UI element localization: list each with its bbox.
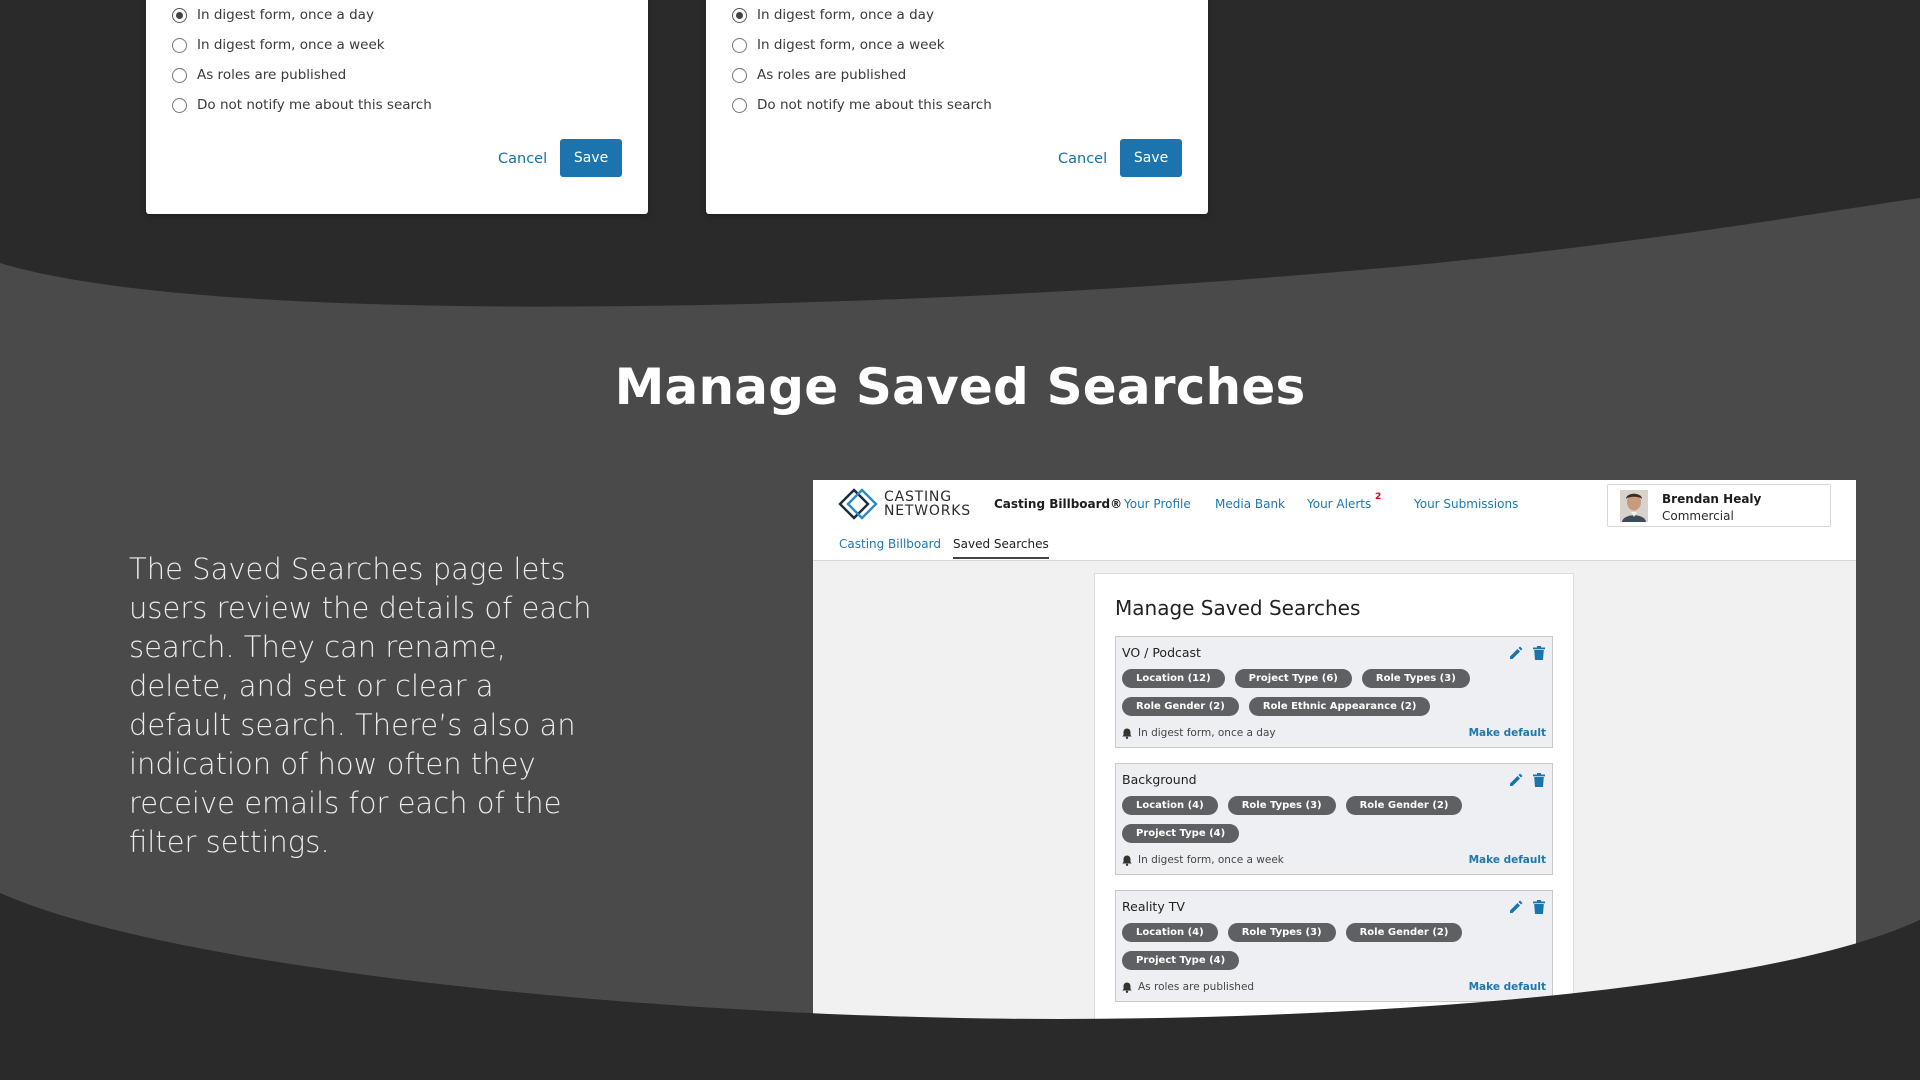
bottom-wave (0, 893, 1920, 1080)
